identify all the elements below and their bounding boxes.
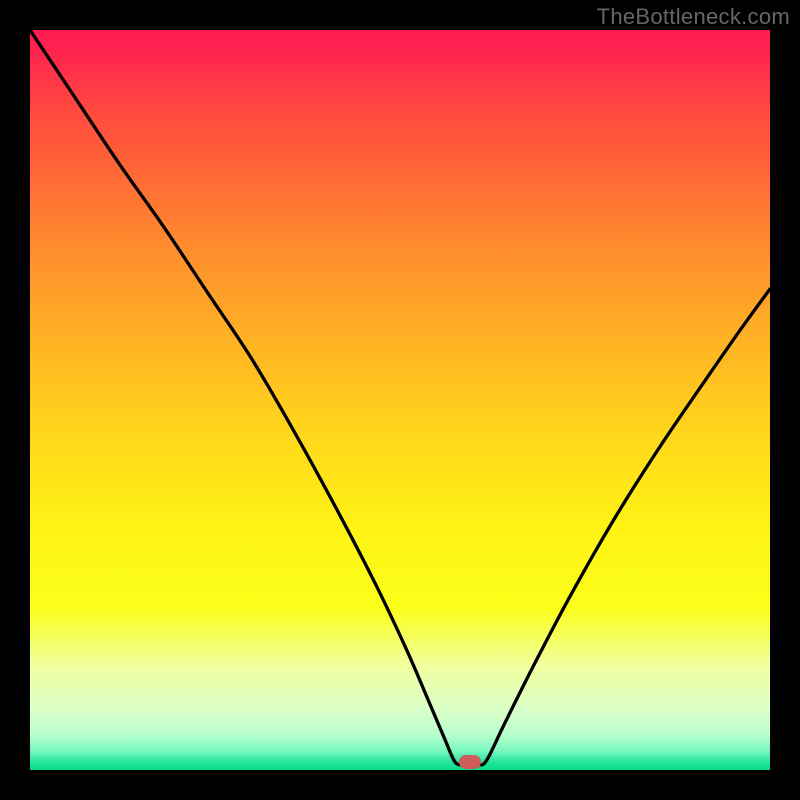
plot-area <box>30 30 770 770</box>
optimal-point-marker <box>459 755 481 769</box>
bottleneck-curve <box>30 30 770 770</box>
watermark-text: TheBottleneck.com <box>597 4 790 30</box>
